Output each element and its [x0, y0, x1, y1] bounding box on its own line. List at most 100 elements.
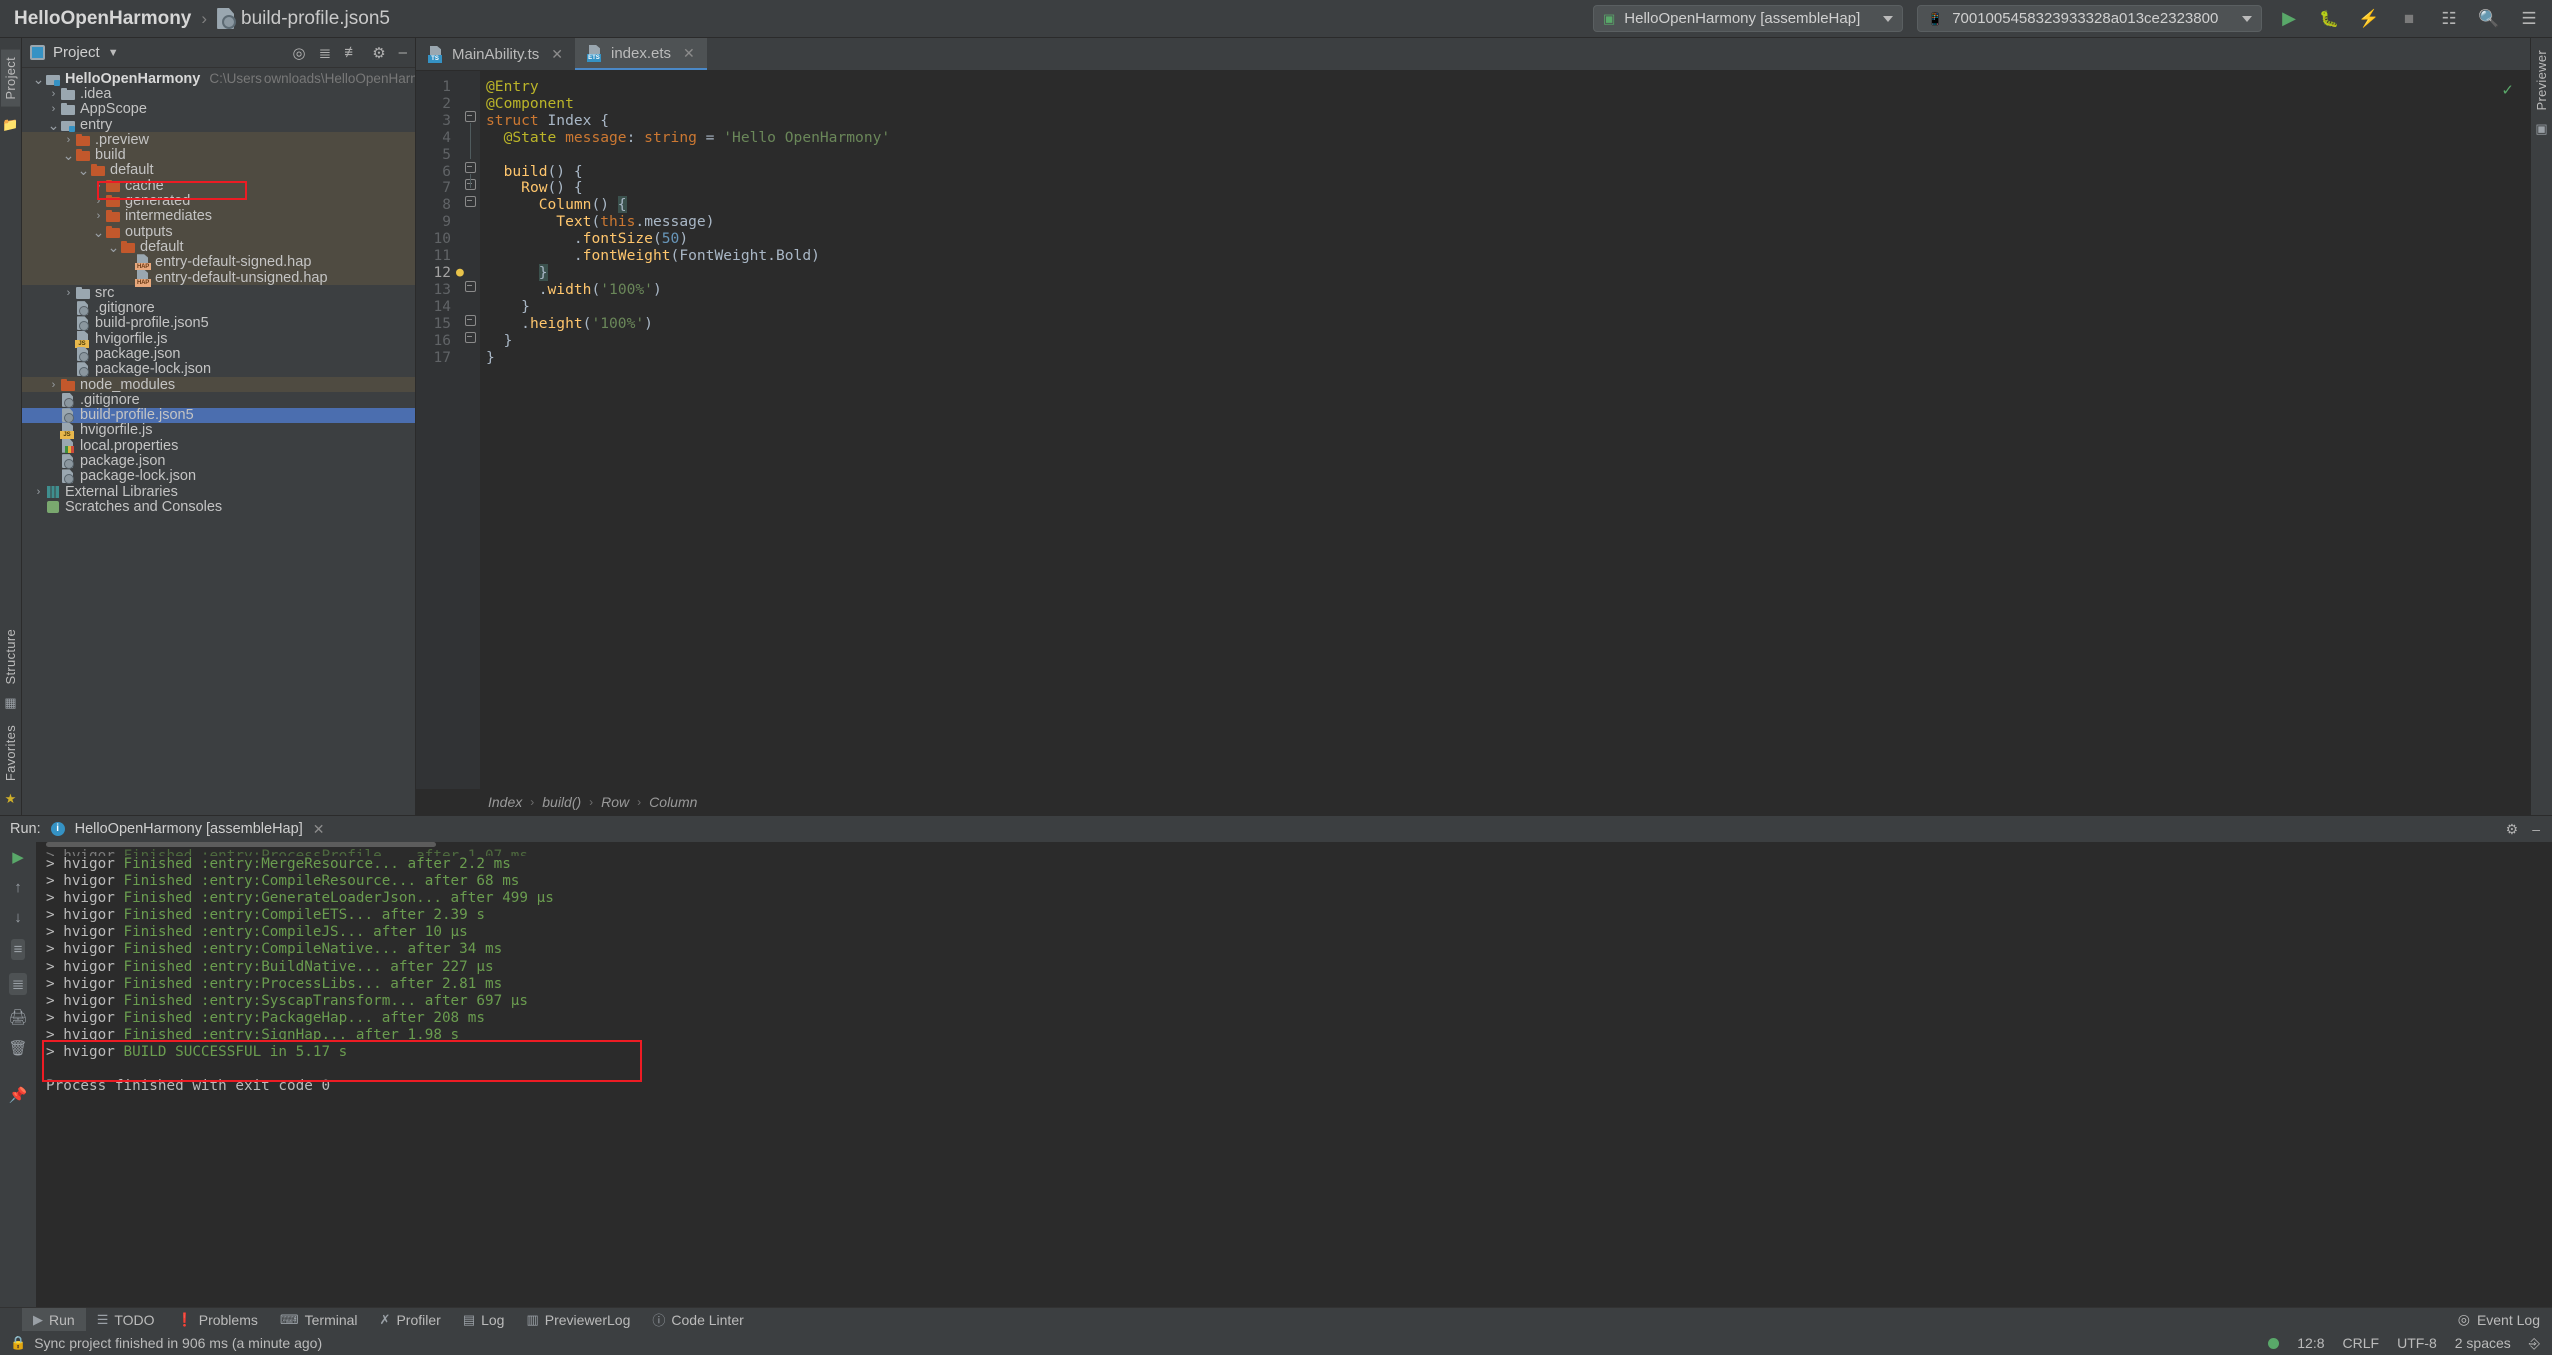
project-panel-title[interactable]: Project [53, 44, 100, 61]
expand-all-icon[interactable]: ≣ [319, 44, 332, 62]
toolwindow-tab-todo[interactable]: ☰ TODO [86, 1308, 166, 1332]
toolwindow-tab-run[interactable]: ▶ Run [22, 1307, 86, 1332]
toolwindow-tab-terminal[interactable]: ⌨ Terminal [269, 1308, 369, 1332]
editor-breadcrumb-item[interactable]: build() [542, 794, 581, 810]
up-icon[interactable]: ↑ [14, 879, 22, 896]
tree-node-package-lock-json[interactable]: package-lock.json [22, 468, 415, 485]
branch-icon[interactable]: ⎆ [2529, 1335, 2540, 1352]
print-icon[interactable]: 🖨 [8, 1008, 27, 1026]
toolwindow-tab-log[interactable]: ▤ Log [452, 1308, 516, 1332]
settings-icon[interactable]: ⚙ [2506, 821, 2519, 838]
tree-node-external-libraries[interactable]: › External Libraries [22, 484, 415, 500]
close-icon[interactable]: ✕ [683, 45, 695, 62]
run-configuration-selector[interactable]: ▣ HelloOpenHarmony [assembleHap] [1593, 5, 1903, 32]
menu-icon[interactable]: ☰ [2516, 6, 2542, 32]
fold-icon[interactable] [465, 196, 476, 207]
structure-icon[interactable]: ▦ [4, 695, 16, 711]
tree-node-entry-default-signed-hap[interactable]: entry-default-signed.hap [22, 254, 415, 272]
tree-node-default[interactable]: ⌄ default [22, 239, 415, 255]
editor-tab-mainability-ts[interactable]: MainAbility.ts ✕ [416, 38, 575, 70]
editor-breadcrumb-item[interactable]: Column [649, 794, 697, 810]
editor-breadcrumb-item[interactable]: Row [601, 794, 629, 810]
breadcrumb-project[interactable]: HelloOpenHarmony [14, 8, 191, 30]
sdk-manager-icon[interactable]: ☷ [2436, 6, 2462, 32]
toolwindow-tab-code-linter[interactable]: ⓘ Code Linter [641, 1308, 754, 1332]
chevron-right-icon[interactable]: › [92, 195, 105, 207]
tree-node-package-json[interactable]: package.json [22, 453, 415, 470]
tool-tab-structure[interactable]: Structure [3, 629, 18, 684]
chevron-down-icon[interactable]: ⌄ [92, 225, 105, 239]
chevron-down-icon[interactable]: ⌄ [62, 148, 75, 162]
line-separator[interactable]: CRLF [2343, 1335, 2380, 1351]
tree-node-build[interactable]: ⌄ build [22, 147, 415, 163]
chevron-right-icon[interactable]: › [47, 88, 60, 100]
fold-icon[interactable] [465, 315, 476, 326]
tool-tab-project[interactable]: Project [1, 50, 20, 107]
tree-node-entry-default-unsigned-hap[interactable]: entry-default-unsigned.hap [22, 270, 415, 287]
chevron-right-icon[interactable]: › [47, 103, 60, 115]
hide-icon[interactable]: ‒ [399, 44, 407, 61]
intention-bulb-icon[interactable]: ● [456, 265, 464, 282]
tree-node--idea[interactable]: › .idea [22, 86, 415, 102]
chevron-down-icon[interactable]: ⌄ [77, 163, 90, 177]
editor-tab-bar[interactable]: MainAbility.ts ✕ index.ets ✕ [416, 38, 2530, 71]
tree-node-src[interactable]: › src [22, 285, 415, 301]
tree-node--gitignore[interactable]: .gitignore [22, 392, 415, 408]
tree-node-hvigorfile-js[interactable]: hvigorfile.js [22, 422, 415, 440]
indent-setting[interactable]: 2 spaces [2455, 1335, 2511, 1351]
tree-node-intermediates[interactable]: › intermediates [22, 208, 415, 224]
scroll-to-end-icon[interactable]: ≣ [8, 973, 28, 995]
soft-wrap-icon[interactable]: ≡ [10, 939, 26, 960]
run-icon[interactable]: ▶ [2276, 6, 2302, 32]
tool-tab-previewer[interactable]: Previewer [2534, 50, 2549, 111]
trash-icon[interactable]: 🗑 [8, 1039, 27, 1057]
chevron-down-icon[interactable]: ⌄ [47, 118, 60, 132]
run-console-output[interactable]: > hvigor Finished :entry:ProcessProfile.… [36, 842, 2552, 1307]
tree-node-generated[interactable]: › generated [22, 193, 415, 209]
tree-node-entry[interactable]: ⌄ entry [22, 117, 415, 133]
chevron-right-icon[interactable]: › [62, 287, 75, 299]
editor-tab-index-ets[interactable]: index.ets ✕ [574, 38, 707, 70]
code-editor[interactable]: 1 2 3 4 5 6 7 8 9 10 11 12 13 14 15 16 17 @Entry @Compone… [416, 71, 2530, 789]
close-icon[interactable]: ✕ [313, 821, 325, 838]
toolwindow-tab-problems[interactable]: ❗ Problems [166, 1308, 269, 1332]
chevron-right-icon[interactable]: › [62, 134, 75, 146]
tree-node-outputs[interactable]: ⌄ outputs [22, 224, 415, 240]
file-encoding[interactable]: UTF-8 [2397, 1335, 2437, 1351]
toolwindow-tab-profiler[interactable]: ✗ Profiler [369, 1308, 452, 1332]
chevron-down-icon[interactable]: ⌄ [32, 72, 45, 86]
caret-position[interactable]: 12:8 [2297, 1335, 2324, 1351]
tree-node-local-properties[interactable]: local.properties [22, 438, 415, 454]
tree-node-appscope[interactable]: › AppScope [22, 101, 415, 117]
locate-icon[interactable]: ◎ [293, 44, 306, 62]
fold-icon[interactable] [465, 281, 476, 292]
toolwindow-tab-previewerlog[interactable]: ▥ PreviewerLog [515, 1308, 641, 1332]
hide-icon[interactable]: ‒ [2532, 821, 2540, 838]
tree-node-scratches-and-consoles[interactable]: Scratches and Consoles [22, 499, 415, 515]
fold-icon[interactable] [465, 162, 476, 173]
tool-window-bar[interactable]: ▶ Run ☰ TODO ❗ Problems ⌨ Terminal ✗ Profiler ▤ Log… [0, 1307, 2552, 1332]
tree-node-default[interactable]: ⌄ default [22, 162, 415, 178]
fold-icon[interactable] [465, 332, 476, 343]
code-fold-column[interactable] [460, 71, 480, 789]
search-icon[interactable]: 🔍 [2476, 6, 2502, 32]
chevron-down-icon[interactable]: ⌄ [107, 240, 120, 254]
folder-icon[interactable]: 📁 [2, 117, 18, 133]
star-icon[interactable]: ★ [5, 791, 17, 807]
project-tree[interactable]: ⌄ HelloOpenHarmony C:\Users ownloads\HelloO… [22, 68, 415, 815]
tree-node--gitignore[interactable]: .gitignore [22, 300, 415, 317]
tool-tab-favorites[interactable]: Favorites [3, 725, 18, 781]
inspection-ok-icon[interactable]: ✓ [2501, 81, 2514, 99]
tree-node-helloopenharmony[interactable]: ⌄ HelloOpenHarmony C:\Users ownloads\HelloO… [22, 71, 415, 87]
collapse-all-icon[interactable]: ≢ [344, 44, 359, 61]
tree-node--preview[interactable]: › .preview [22, 132, 415, 148]
event-log-button[interactable]: ◎ Event Log [2458, 1311, 2552, 1328]
pin-icon[interactable]: 📌 [9, 1086, 28, 1104]
rerun-icon[interactable]: ▶ [12, 848, 24, 866]
tree-node-build-profile-json5[interactable]: build-profile.json5 [22, 315, 415, 332]
tree-node-build-profile-json5[interactable]: build-profile.json5 [22, 407, 415, 424]
breadcrumb-file[interactable]: build-profile.json5 [217, 8, 390, 30]
close-icon[interactable]: ✕ [551, 46, 563, 63]
console-scrollbar[interactable] [46, 842, 436, 847]
fold-icon[interactable] [465, 111, 476, 122]
